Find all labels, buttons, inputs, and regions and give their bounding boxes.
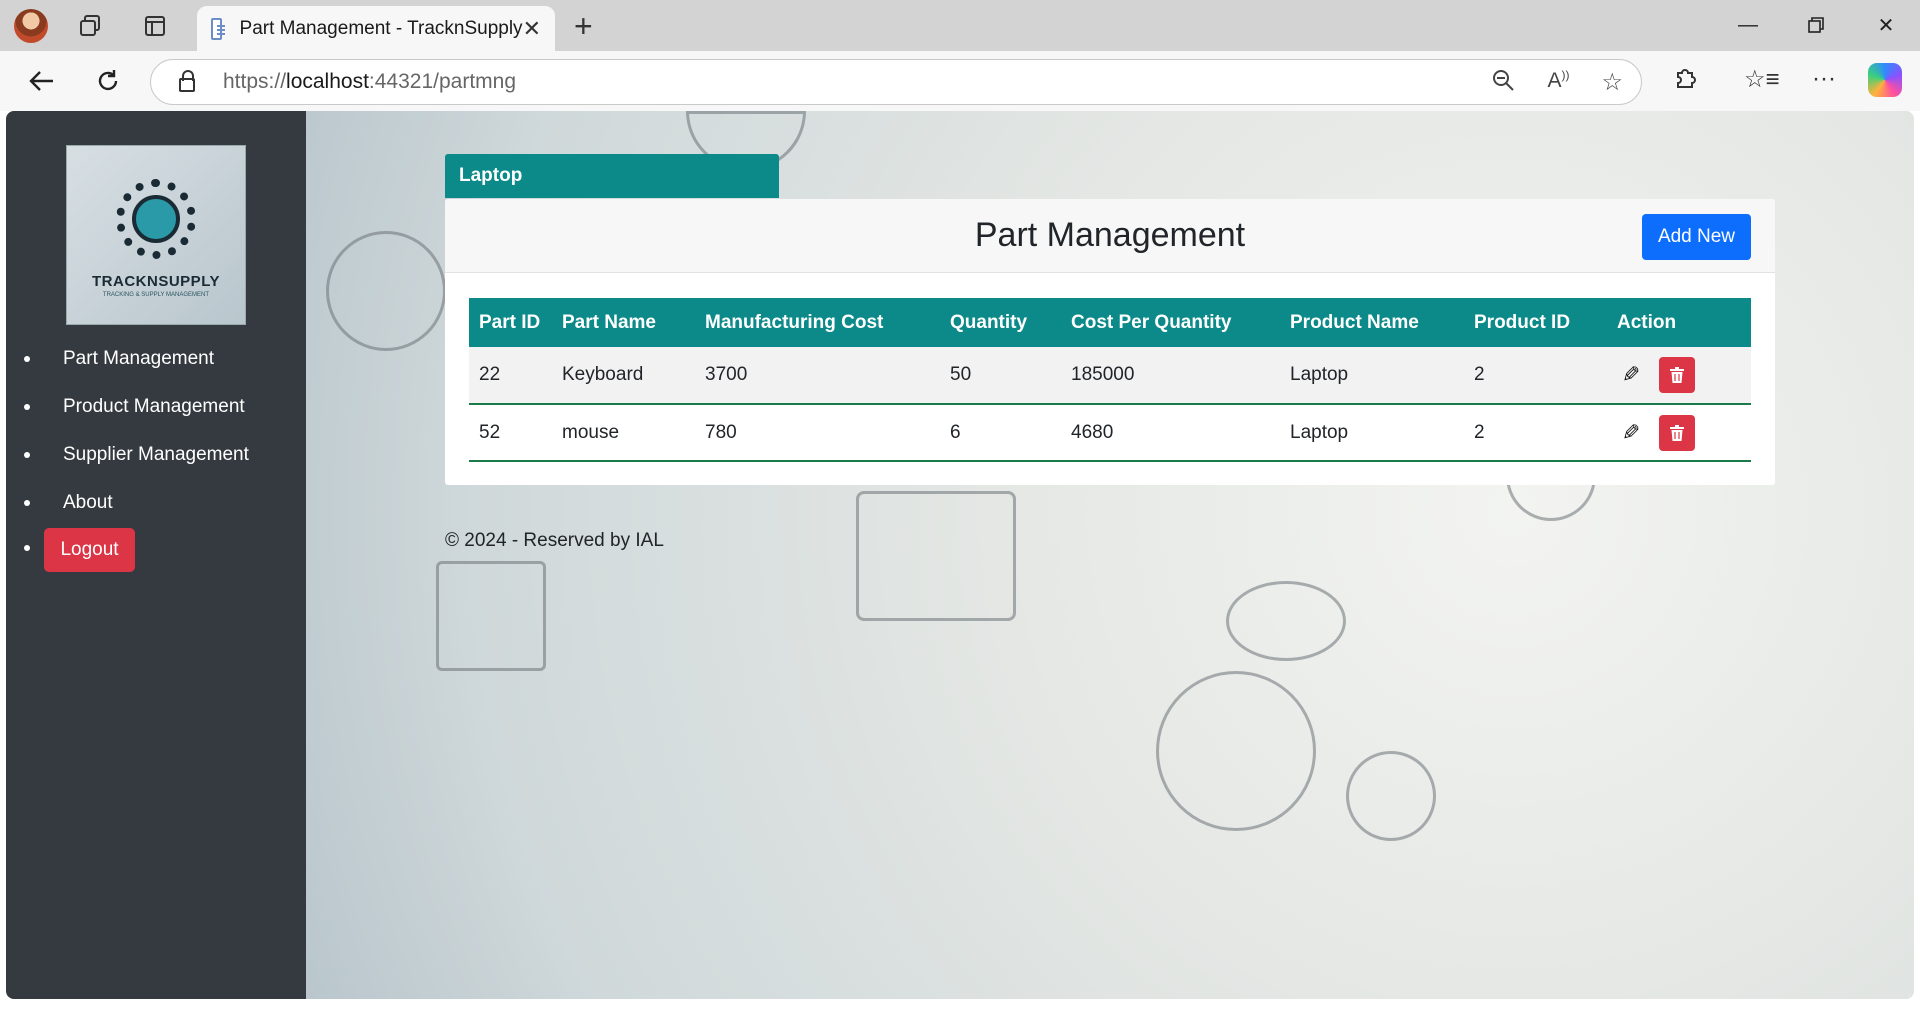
- edit-pencil-icon[interactable]: ✎: [1617, 361, 1645, 389]
- header-action: Action: [1607, 298, 1751, 347]
- cell-product-id: 2: [1464, 404, 1607, 462]
- tracknsupply-logo: TRACKNSUPPLY TRACKING & SUPPLY MANAGEMEN…: [66, 145, 246, 325]
- header-quantity: Quantity: [940, 298, 1061, 347]
- cell-action: ✎: [1607, 404, 1751, 462]
- bullet-icon: [24, 545, 30, 551]
- browser-titlebar: Part Management - TracknSupply ✕ + — ✕: [0, 0, 1920, 51]
- more-options-icon[interactable]: ···: [1812, 65, 1836, 93]
- chip-shape: [856, 491, 1016, 621]
- cell-part-name: mouse: [552, 404, 695, 462]
- header-product-name: Product Name: [1280, 298, 1464, 347]
- sidebar: TRACKNSUPPLY TRACKING & SUPPLY MANAGEMEN…: [6, 111, 306, 999]
- header-product-id: Product ID: [1464, 298, 1607, 347]
- cell-manufacturing-cost: 780: [695, 404, 940, 462]
- circle-shape: [326, 231, 446, 351]
- table-row: 22 Keyboard 3700 50 185000 Laptop 2 ✎: [469, 347, 1751, 405]
- profile-avatar[interactable]: [14, 9, 48, 43]
- logo-subtext: TRACKING & SUPPLY MANAGEMENT: [102, 291, 210, 298]
- cell-cost-per-quantity: 185000: [1061, 347, 1280, 405]
- close-window-icon[interactable]: ✕: [1866, 10, 1906, 40]
- page-viewport: TRACKNSUPPLY TRACKING & SUPPLY MANAGEMEN…: [6, 111, 1914, 999]
- circle-shape: [1346, 751, 1436, 841]
- workspaces-icon[interactable]: [74, 9, 108, 43]
- cell-product-name: Laptop: [1280, 404, 1464, 462]
- sidebar-item-supplier-management[interactable]: Supplier Management: [6, 431, 306, 479]
- zoom-out-icon[interactable]: [1491, 68, 1515, 99]
- url-text: https://localhost:44321/partmng: [223, 70, 517, 93]
- logout-button[interactable]: Logout: [44, 528, 135, 572]
- chip-shape: [436, 561, 546, 671]
- browser-tab[interactable]: Part Management - TracknSupply ✕: [197, 6, 555, 51]
- logo-text: TRACKNSUPPLY: [92, 272, 220, 290]
- parts-table: Part ID Part Name Manufacturing Cost Qua…: [469, 298, 1751, 462]
- restore-icon[interactable]: [1796, 10, 1836, 40]
- page-favicon-icon: [211, 17, 225, 40]
- circle-shape: [1156, 671, 1316, 831]
- gear-logo-icon: [116, 178, 196, 259]
- new-tab-icon[interactable]: +: [574, 8, 593, 45]
- product-tab-laptop[interactable]: Laptop: [445, 154, 779, 198]
- url-field[interactable]: https://localhost:44321/partmng A)) ☆: [150, 59, 1642, 105]
- cell-quantity: 6: [940, 404, 1061, 462]
- delete-trash-icon[interactable]: [1659, 414, 1695, 451]
- cell-action: ✎: [1607, 347, 1751, 405]
- table-row: 52 mouse 780 6 4680 Laptop 2 ✎: [469, 404, 1751, 462]
- read-aloud-icon[interactable]: A)): [1547, 68, 1569, 99]
- cell-manufacturing-cost: 3700: [695, 347, 940, 405]
- card-header: Part Management Add New: [445, 199, 1775, 273]
- cell-part-id: 52: [469, 404, 552, 462]
- sidebar-item-about[interactable]: About: [6, 479, 306, 527]
- cell-product-id: 2: [1464, 347, 1607, 405]
- refresh-icon[interactable]: [90, 63, 126, 99]
- close-tab-icon[interactable]: ✕: [523, 16, 541, 42]
- part-management-card: Part Management Add New Part ID Part Nam…: [445, 199, 1775, 485]
- lock-icon[interactable]: [179, 70, 195, 92]
- favorites-icon[interactable]: ☆≡: [1744, 65, 1780, 94]
- cell-part-id: 22: [469, 347, 552, 405]
- address-bar: https://localhost:44321/partmng A)) ☆ ☆≡…: [0, 51, 1920, 111]
- header-part-name: Part Name: [552, 298, 695, 347]
- table-header-row: Part ID Part Name Manufacturing Cost Qua…: [469, 298, 1751, 347]
- footer-copyright: © 2024 - Reserved by IAL: [445, 530, 664, 551]
- sidebar-nav: Part Management Product Management Suppl…: [6, 335, 306, 527]
- tab-title: Part Management - TracknSupply: [239, 17, 523, 39]
- extensions-icon[interactable]: [1672, 65, 1698, 98]
- cell-quantity: 50: [940, 347, 1061, 405]
- minimize-icon[interactable]: —: [1728, 10, 1768, 40]
- sidebar-item-part-management[interactable]: Part Management: [6, 335, 306, 383]
- header-cost-per-quantity: Cost Per Quantity: [1061, 298, 1280, 347]
- edit-pencil-icon[interactable]: ✎: [1617, 419, 1645, 447]
- circle-shape: [1226, 581, 1346, 661]
- page-title: Part Management: [974, 216, 1246, 254]
- sidebar-item-product-management[interactable]: Product Management: [6, 383, 306, 431]
- cell-product-name: Laptop: [1280, 347, 1464, 405]
- favorite-star-icon[interactable]: ☆: [1601, 68, 1623, 99]
- cell-cost-per-quantity: 4680: [1061, 404, 1280, 462]
- add-new-button[interactable]: Add New: [1642, 214, 1751, 260]
- copilot-icon[interactable]: [1868, 63, 1902, 97]
- cell-part-name: Keyboard: [552, 347, 695, 405]
- delete-trash-icon[interactable]: [1659, 357, 1695, 393]
- header-part-id: Part ID: [469, 298, 552, 347]
- back-icon[interactable]: [24, 63, 60, 99]
- tab-actions-icon[interactable]: [138, 9, 172, 43]
- header-manufacturing-cost: Manufacturing Cost: [695, 298, 940, 347]
